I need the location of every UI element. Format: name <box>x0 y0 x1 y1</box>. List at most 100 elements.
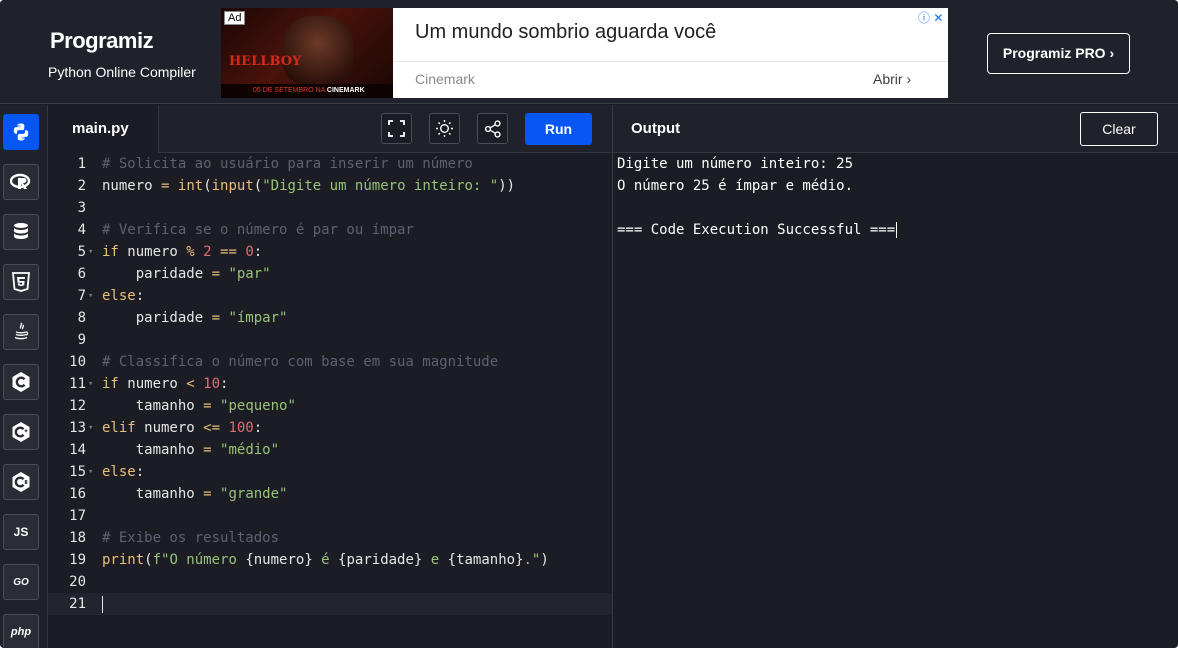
sidebar-item-go[interactable]: GO <box>3 564 39 600</box>
code-token: : <box>135 288 145 304</box>
sidebar-item-html[interactable] <box>3 264 39 300</box>
line-number: 14 <box>69 442 86 458</box>
fold-toggle-icon[interactable]: ▾ <box>88 373 93 395</box>
code-token: : <box>253 420 263 436</box>
line-number: 8 <box>77 310 86 326</box>
code-token: f"O número <box>152 552 246 568</box>
html5-icon <box>12 272 30 292</box>
code-editor[interactable]: 1 # Solicita ao usuário para inserir um n… <box>48 153 612 648</box>
code-token: = <box>211 266 221 282</box>
output-title: Output <box>631 120 681 137</box>
code-token: : <box>220 376 229 392</box>
ad-source[interactable]: Cinemark <box>415 71 475 87</box>
sidebar-item-php[interactable]: php <box>3 614 39 648</box>
code-line[interactable]: 12 tamanho = "pequeno" <box>48 395 612 417</box>
code-text: if numero < 10: <box>102 373 228 395</box>
code-token: e <box>422 552 448 568</box>
ad-image[interactable]: HELLBOY 05 DE SETEMBRO NA CINEMARK Ad <box>221 8 393 98</box>
ad-open-link[interactable]: Abrir › <box>873 71 911 87</box>
ad-choices-close-icon[interactable]: ⓘ ✕ <box>918 9 943 26</box>
line-number: 5 <box>77 244 86 260</box>
sidebar-item-csharp[interactable] <box>3 464 39 500</box>
code-line[interactable]: 11 ▾ if numero < 10: <box>48 373 612 395</box>
line-number: 12 <box>69 398 86 414</box>
fold-toggle-icon[interactable]: ▾ <box>88 241 93 263</box>
code-token: tamanho <box>102 398 204 414</box>
database-icon <box>14 223 28 239</box>
line-number: 18 <box>69 530 86 546</box>
code-line[interactable]: 3 <box>48 197 612 219</box>
code-token: % <box>186 244 195 260</box>
code-line[interactable]: 20 <box>48 571 612 593</box>
fold-toggle-icon[interactable]: ▾ <box>88 461 93 483</box>
ad-headline[interactable]: Um mundo sombrio aguarda você <box>415 21 716 44</box>
code-token: elif <box>102 420 136 436</box>
sidebar-item-python[interactable] <box>3 114 39 150</box>
code-token: 0 <box>245 244 254 260</box>
code-line[interactable]: 9 <box>48 329 612 351</box>
code-line[interactable]: 2 numero = int(input("Digite um número in… <box>48 175 612 197</box>
line-number: 11 <box>69 376 86 392</box>
code-token: input <box>211 178 254 194</box>
code-line[interactable]: 19 print(f"O número {numero} é {paridade}… <box>48 549 612 571</box>
code-line[interactable]: 15 ▾ else: <box>48 461 612 483</box>
share-button[interactable] <box>477 113 508 144</box>
code-line[interactable]: 17 <box>48 505 612 527</box>
ad-image-strip: 05 DE SETEMBRO NA CINEMARK <box>221 84 393 98</box>
fold-toggle-icon[interactable]: ▾ <box>88 285 93 307</box>
js-icon: JS <box>13 525 29 539</box>
code-line[interactable]: 1 # Solicita ao usuário para inserir um n… <box>48 153 612 175</box>
line-number: 10 <box>69 354 86 370</box>
c-icon <box>12 372 30 392</box>
code-token: # Solicita ao usuário para inserir um nú… <box>102 156 473 172</box>
sidebar-item-js[interactable]: JS <box>3 514 39 550</box>
sidebar-item-c[interactable] <box>3 364 39 400</box>
advertisement-banner[interactable]: HELLBOY 05 DE SETEMBRO NA CINEMARK Ad Um… <box>221 8 948 98</box>
code-token: )) <box>498 178 516 194</box>
programiz-pro-button[interactable]: Programiz PRO › <box>987 33 1130 74</box>
code-text: tamanho = "pequeno" <box>102 395 296 417</box>
sidebar-item-sql[interactable] <box>3 214 39 250</box>
sidebar-item-cpp[interactable] <box>3 414 39 450</box>
run-button[interactable]: Run <box>525 113 592 145</box>
file-tab-main-py[interactable]: main.py <box>48 105 159 153</box>
clear-button[interactable]: Clear <box>1080 112 1158 146</box>
output-console[interactable]: Digite um número inteiro: 25 O número 25 … <box>613 153 1178 648</box>
code-line[interactable]: 16 tamanho = "grande" <box>48 483 612 505</box>
line-number: 19 <box>69 552 86 568</box>
code-token: : <box>253 244 263 260</box>
code-line[interactable]: 10 # Classifica o número com base em sua … <box>48 351 612 373</box>
code-text: # Exibe os resultados <box>102 527 279 549</box>
code-token: # Verifica se o número é par ou ímpar <box>102 222 414 238</box>
code-token: ) <box>540 552 549 568</box>
code-line[interactable]: 5 ▾ if numero % 2 == 0: <box>48 241 612 263</box>
code-line[interactable]: 6 paridade = "par" <box>48 263 612 285</box>
code-token: if <box>102 244 119 260</box>
sidebar-item-java[interactable] <box>3 314 39 350</box>
sidebar-item-r[interactable] <box>3 164 39 200</box>
output-cursor <box>896 222 898 238</box>
code-text: numero = int(input("Digite um número int… <box>102 175 515 197</box>
code-line[interactable]: 18 # Exibe os resultados <box>48 527 612 549</box>
fullscreen-button[interactable] <box>381 113 412 144</box>
code-text: tamanho = "médio" <box>102 439 279 461</box>
code-token: "grande" <box>220 486 288 502</box>
code-text: # Classifica o número com base em sua ma… <box>102 351 498 373</box>
code-line[interactable]: 4 # Verifica se o número é par ou ímpar <box>48 219 612 241</box>
code-line[interactable]: 21 <box>48 593 612 615</box>
code-line[interactable]: 8 paridade = "ímpar" <box>48 307 612 329</box>
code-line[interactable]: 7 ▾ else: <box>48 285 612 307</box>
programiz-logo[interactable]: Programiz <box>50 28 154 54</box>
code-line[interactable]: 13 ▾ elif numero <= 100: <box>48 417 612 439</box>
code-line[interactable]: 14 tamanho = "médio" <box>48 439 612 461</box>
code-text: if numero % 2 == 0: <box>102 241 262 263</box>
fold-toggle-icon[interactable]: ▾ <box>88 417 93 439</box>
output-text: O número 25 é ímpar e médio. <box>617 178 854 194</box>
code-token: "par" <box>228 266 271 282</box>
line-number: 2 <box>77 178 86 194</box>
theme-toggle-button[interactable] <box>429 113 460 144</box>
